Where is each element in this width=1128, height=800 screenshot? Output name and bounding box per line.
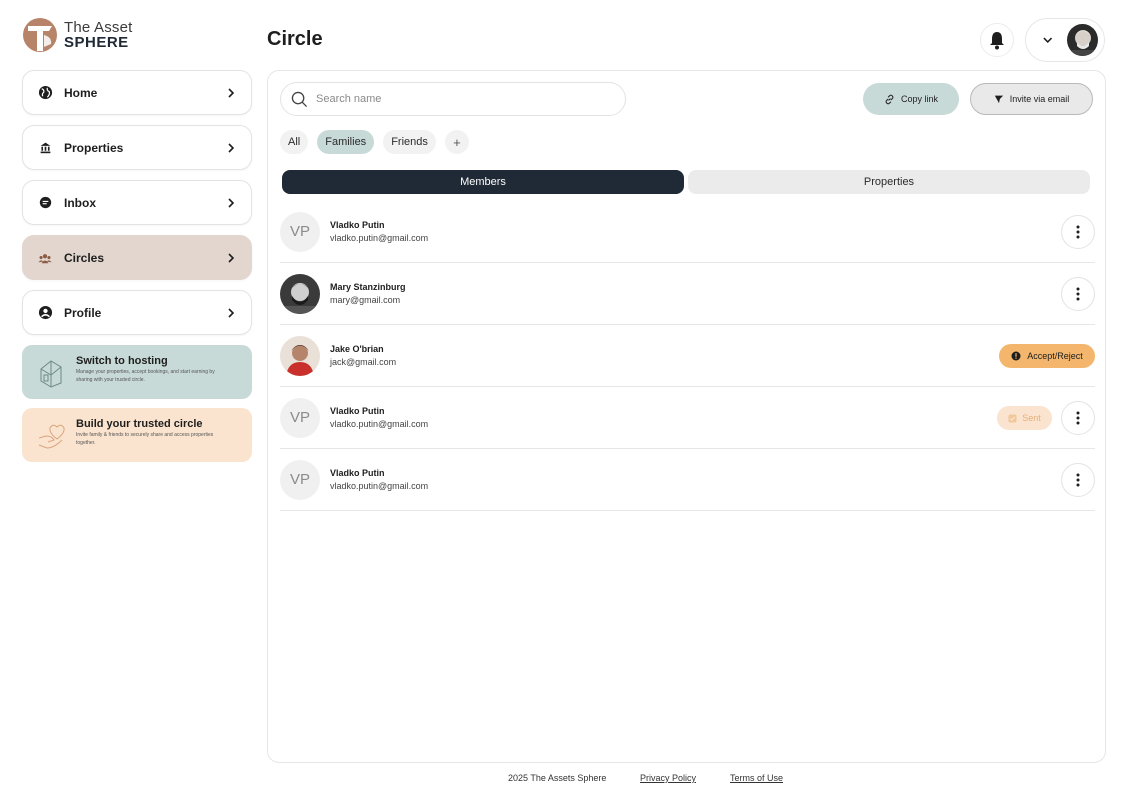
member-email: mary@gmail.com	[330, 295, 401, 305]
member-email: vladko.putin@gmail.com	[330, 481, 429, 491]
sidebar-item-label: Inbox	[64, 195, 96, 210]
promo-title: Build your trusted circle	[76, 418, 203, 430]
copyright: 2025 The Assets Sphere	[508, 773, 607, 783]
members-list: VP Vladko Putin vladko.putin@gmail.com M…	[280, 201, 1095, 511]
member-email: vladko.putin@gmail.com	[330, 233, 429, 243]
check-icon	[1008, 413, 1017, 423]
avatar: VP	[280, 211, 320, 252]
link-icon	[885, 94, 894, 104]
member-name: Jake O'brian	[330, 344, 384, 354]
member-email: jack@gmail.com	[330, 357, 397, 367]
status-label: Sent	[1022, 413, 1041, 423]
list-item[interactable]: Jake O'brian jack@gmail.com Accept/Rejec…	[280, 325, 1095, 387]
filter-families[interactable]: Families	[317, 130, 375, 154]
bank-icon	[37, 140, 53, 156]
brand-logo[interactable]: The Asset SPHERE	[22, 17, 133, 53]
sidebar-item-inbox[interactable]: Inbox	[22, 180, 252, 225]
send-icon	[994, 95, 1003, 104]
sidebar-item-label: Home	[64, 85, 98, 100]
chat-icon	[37, 195, 53, 211]
avatar	[280, 335, 320, 376]
invite-via-email-button[interactable]: Invite via email	[970, 83, 1093, 115]
search-box[interactable]	[280, 82, 626, 116]
kebab-icon	[1076, 473, 1080, 487]
chevron-down-icon	[1043, 37, 1053, 43]
promo-description: Manage your properties, accept bookings,…	[76, 369, 215, 383]
sidebar-item-label: Properties	[64, 140, 124, 155]
chevron-right-icon	[228, 142, 235, 153]
member-name: Vladko Putin	[330, 406, 385, 416]
more-options-button[interactable]	[1061, 401, 1095, 435]
filter-all[interactable]: All	[280, 130, 309, 154]
member-name: Vladko Putin	[330, 468, 385, 478]
filter-chips: All Families Friends +	[280, 130, 469, 154]
sidebar-item-profile[interactable]: Profile	[22, 290, 252, 335]
page-title: Circle	[267, 28, 323, 50]
house-icon	[40, 360, 62, 388]
chevron-right-icon	[228, 87, 235, 98]
member-name: Vladko Putin	[330, 220, 385, 230]
avatar: VP	[280, 459, 320, 500]
sidebar-item-circles[interactable]: Circles	[22, 235, 252, 280]
kebab-icon	[1076, 287, 1080, 301]
add-filter-button[interactable]: +	[444, 130, 469, 154]
kebab-icon	[1076, 411, 1080, 425]
avatar	[1067, 24, 1098, 56]
more-options-button[interactable]	[1061, 215, 1095, 249]
brand-line1: The Asset	[64, 19, 133, 36]
sidebar-item-properties[interactable]: Properties	[22, 125, 252, 170]
circle-panel: Copy link Invite via email All Families …	[267, 70, 1106, 763]
avatar	[280, 273, 320, 314]
kebab-icon	[1076, 225, 1080, 239]
sidebar-item-label: Circles	[64, 250, 105, 265]
info-icon	[1011, 351, 1021, 361]
heart-hand-icon	[38, 424, 65, 449]
chevron-right-icon	[228, 307, 235, 318]
promo-title: Switch to hosting	[76, 355, 168, 367]
chevron-right-icon	[228, 252, 235, 263]
terms-of-use-link[interactable]: Terms of Use	[730, 773, 783, 783]
globe-icon	[37, 85, 53, 101]
filter-friends[interactable]: Friends	[383, 130, 436, 154]
member-name: Mary Stanzinburg	[330, 282, 406, 292]
list-item[interactable]: VP Vladko Putin vladko.putin@gmail.com	[280, 201, 1095, 263]
brand-line2: SPHERE	[64, 34, 129, 51]
build-trusted-circle-card[interactable]: Build your trusted circle Invite family …	[22, 408, 252, 462]
sidebar: Home Properties Inbox Circles Profile Sw…	[22, 70, 252, 471]
group-icon	[37, 250, 53, 266]
search-icon	[291, 91, 308, 107]
view-tabs: Members Properties	[282, 170, 1090, 194]
bell-icon	[990, 32, 1004, 50]
list-item[interactable]: Mary Stanzinburg mary@gmail.com	[280, 263, 1095, 325]
more-options-button[interactable]	[1061, 277, 1095, 311]
status-badge: Sent	[997, 406, 1052, 430]
more-options-button[interactable]	[1061, 463, 1095, 497]
accept-reject-label: Accept/Reject	[1027, 351, 1083, 361]
avatar: VP	[280, 397, 320, 438]
switch-to-hosting-card[interactable]: Switch to hosting Manage your properties…	[22, 345, 252, 399]
sidebar-item-home[interactable]: Home	[22, 70, 252, 115]
list-item[interactable]: VP Vladko Putin vladko.putin@gmail.com	[280, 449, 1095, 511]
notifications-button[interactable]	[980, 23, 1014, 57]
invite-label: Invite via email	[1009, 94, 1070, 104]
user-icon	[37, 305, 53, 321]
search-input[interactable]	[316, 93, 615, 105]
user-menu[interactable]	[1025, 18, 1105, 62]
tab-properties[interactable]: Properties	[688, 170, 1090, 194]
promo-description: Invite family & friends to securely shar…	[76, 432, 214, 446]
list-item[interactable]: VP Vladko Putin vladko.putin@gmail.com S…	[280, 387, 1095, 449]
privacy-policy-link[interactable]: Privacy Policy	[640, 773, 696, 783]
sidebar-item-label: Profile	[64, 305, 102, 320]
tab-members[interactable]: Members	[282, 170, 684, 194]
copy-link-button[interactable]: Copy link	[863, 83, 959, 115]
member-email: vladko.putin@gmail.com	[330, 419, 429, 429]
chevron-right-icon	[228, 197, 235, 208]
copy-link-label: Copy link	[900, 94, 938, 104]
sphere-logo-icon	[23, 18, 57, 52]
accept-reject-button[interactable]: Accept/Reject	[999, 344, 1095, 368]
